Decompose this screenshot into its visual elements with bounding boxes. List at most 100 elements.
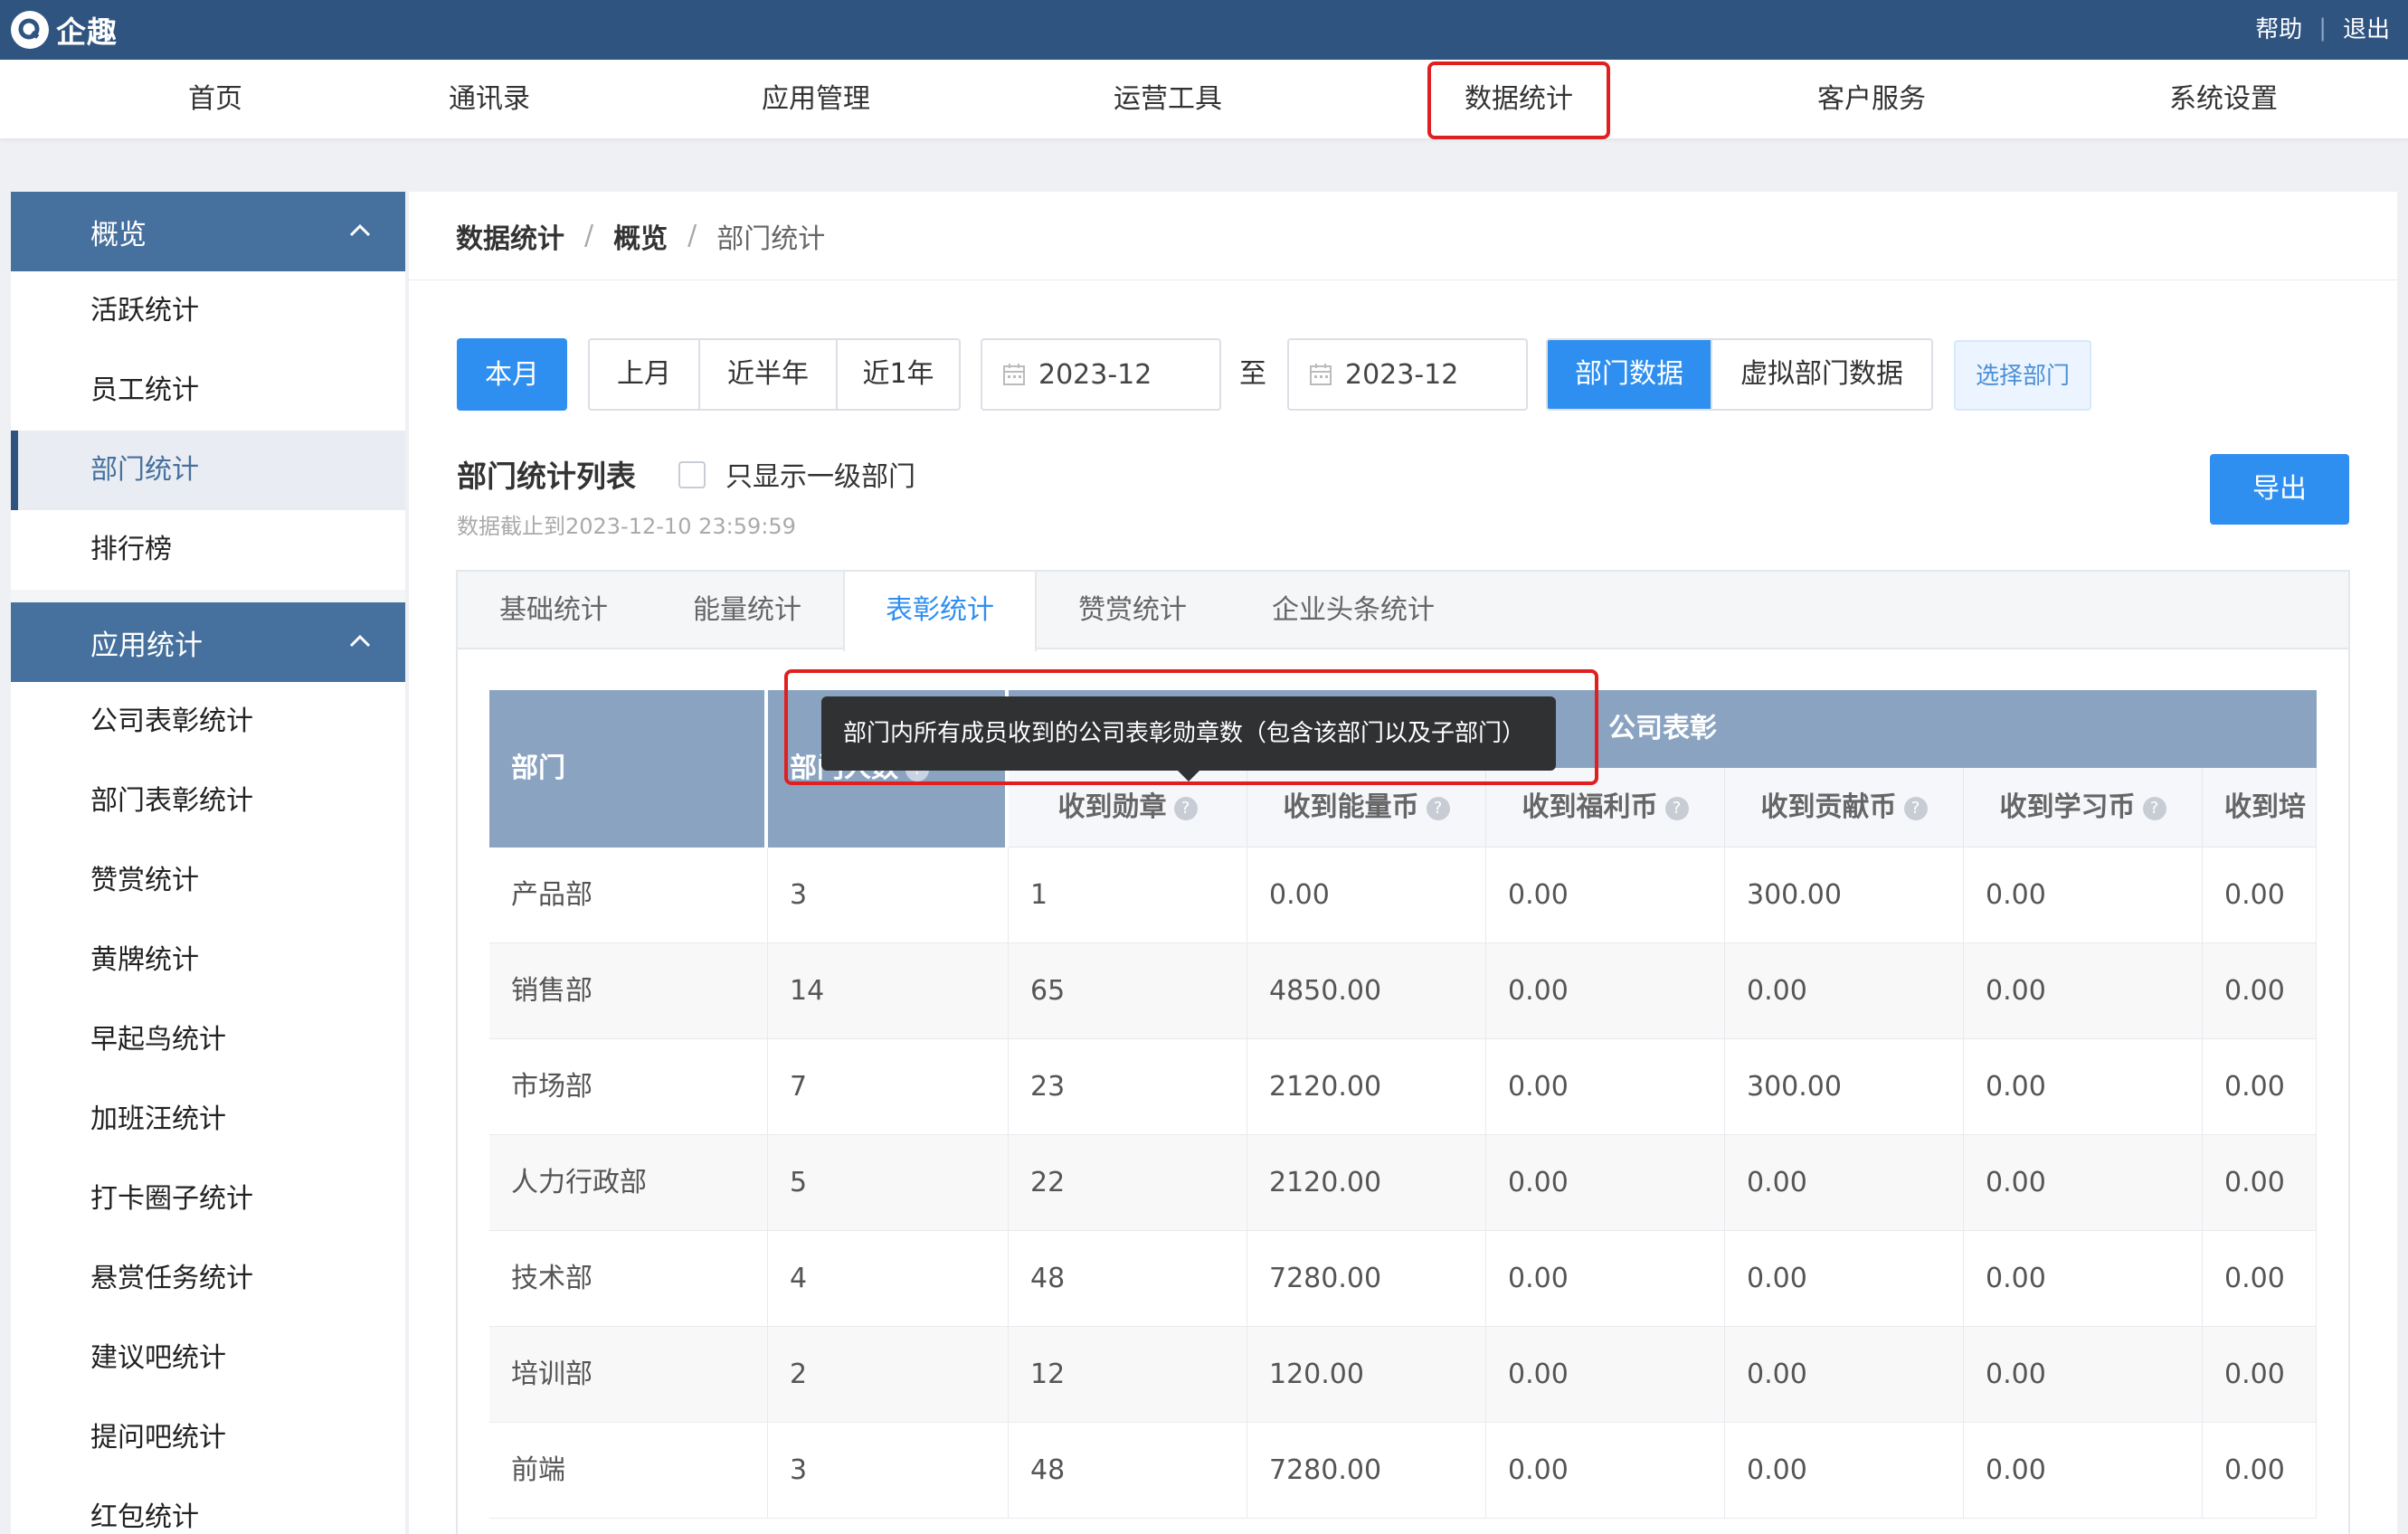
table-cell: 2120.00 xyxy=(1247,1039,1486,1135)
sidebar-item-bounty-task-stats[interactable]: 悬赏任务统计 xyxy=(11,1239,405,1319)
nav-data-statistics[interactable]: 数据统计 xyxy=(1465,60,1573,139)
breadcrumb-current: 部门统计 xyxy=(716,223,826,255)
date-from-value: 2023-12 xyxy=(1038,358,1152,391)
table-cell: 0.00 xyxy=(1725,1327,1964,1423)
date-to-picker[interactable]: 2023-12 xyxy=(1287,338,1528,411)
table-cell: 4850.00 xyxy=(1247,943,1486,1039)
sidebar-item-red-packet-stats[interactable]: 红包统计 xyxy=(11,1478,405,1534)
table-cell: 0.00 xyxy=(1964,847,2203,943)
virtual-department-data-tab[interactable]: 虚拟部门数据 xyxy=(1712,340,1931,409)
table-cell: 4 xyxy=(768,1231,1009,1327)
sidebar-item-overtime-stats[interactable]: 加班汪统计 xyxy=(11,1080,405,1160)
sidebar-group-overview[interactable]: 概览 xyxy=(11,192,405,271)
table-cell: 3 xyxy=(768,847,1009,943)
nav-customer-service[interactable]: 客户服务 xyxy=(1817,60,1926,139)
last-month-button[interactable]: 上月 xyxy=(590,340,700,409)
sidebar-item-employee-stats[interactable]: 员工统计 xyxy=(11,351,405,431)
table-cell: 2120.00 xyxy=(1247,1135,1486,1231)
table-cell: 0.00 xyxy=(2203,1135,2317,1231)
table-cell: 48 xyxy=(1009,1231,1247,1327)
app-name: 企趣 xyxy=(56,14,118,50)
table-cell: 5 xyxy=(768,1135,1009,1231)
table-cell: 7280.00 xyxy=(1247,1423,1486,1519)
app-logo[interactable]: 企趣 xyxy=(11,9,118,51)
sidebar-item-leaderboard[interactable]: 排行榜 xyxy=(11,510,405,590)
table-cell: 0.00 xyxy=(1964,943,2203,1039)
help-icon[interactable]: ? xyxy=(2142,796,2166,820)
last-half-year-button[interactable]: 近半年 xyxy=(700,340,838,409)
tab-energy-stats[interactable]: 能量统计 xyxy=(693,572,801,649)
table-cell: 技术部 xyxy=(489,1231,768,1327)
tab-headline-stats[interactable]: 企业头条统计 xyxy=(1272,572,1435,649)
export-button[interactable]: 导出 xyxy=(2210,454,2349,525)
breadcrumb-overview[interactable]: 概览 xyxy=(613,216,668,256)
tab-award-stats[interactable]: 表彰统计 xyxy=(843,572,1037,651)
help-icon[interactable]: ? xyxy=(1426,796,1450,820)
top-links-separator: | xyxy=(2318,14,2327,42)
table-row: 技术部 4 48 7280.00 0.00 0.00 0.00 0.00 xyxy=(489,1231,2317,1327)
this-month-button[interactable]: 本月 xyxy=(457,338,567,411)
nav-home[interactable]: 首页 xyxy=(188,60,242,139)
table-cell: 0.00 xyxy=(1725,1135,1964,1231)
help-icon[interactable]: ? xyxy=(1664,796,1689,820)
department-data-tab[interactable]: 部门数据 xyxy=(1548,340,1712,409)
sidebar-item-department-stats[interactable]: 部门统计 xyxy=(11,431,405,510)
date-from-picker[interactable]: 2023-12 xyxy=(981,338,1221,411)
tab-appreciation-stats[interactable]: 赞赏统计 xyxy=(1078,572,1187,649)
sidebar-item-yellow-card-stats[interactable]: 黄牌统计 xyxy=(11,921,405,1000)
breadcrumb-separator: / xyxy=(584,220,594,251)
table-cell: 0.00 xyxy=(1964,1423,2203,1519)
table-cell: 0.00 xyxy=(2203,1327,2317,1423)
column-header-department: 部门 xyxy=(489,690,766,847)
sidebar-item-appreciation-stats[interactable]: 赞赏统计 xyxy=(11,841,405,921)
sidebar-item-company-award-stats[interactable]: 公司表彰统计 xyxy=(11,682,405,762)
table-cell: 7280.00 xyxy=(1247,1231,1486,1327)
stats-tabbar: 基础统计 能量统计 表彰统计 赞赏统计 企业头条统计 xyxy=(458,572,2348,651)
column-header-label: 收到勋章 xyxy=(1057,791,1167,823)
help-icon[interactable]: ? xyxy=(1903,796,1928,820)
sidebar-item-active-stats[interactable]: 活跃统计 xyxy=(11,271,405,351)
table-cell: 前端 xyxy=(489,1423,768,1519)
top-level-only-checkbox[interactable] xyxy=(678,461,706,488)
table-cell: 0.00 xyxy=(1486,1039,1725,1135)
table-cell: 0.00 xyxy=(1486,943,1725,1039)
chevron-up-icon xyxy=(349,223,371,237)
sidebar-item-early-bird-stats[interactable]: 早起鸟统计 xyxy=(11,1000,405,1080)
sidebar-item-suggestion-stats[interactable]: 建议吧统计 xyxy=(11,1319,405,1398)
select-department-button[interactable]: 选择部门 xyxy=(1954,340,2091,411)
nav-system-settings[interactable]: 系统设置 xyxy=(2169,60,2278,139)
table-cell: 0.00 xyxy=(2203,1231,2317,1327)
range-button-group: 上月 近半年 近1年 xyxy=(588,338,961,411)
table-cell: 23 xyxy=(1009,1039,1247,1135)
department-stats-table: 部门 部门人数? 公司表彰 收到勋章? 收到能量币? 收到福利币? 收到贡献币?… xyxy=(489,690,2317,1534)
sidebar-item-department-award-stats[interactable]: 部门表彰统计 xyxy=(11,762,405,841)
last-year-button[interactable]: 近1年 xyxy=(838,340,959,409)
help-icon[interactable]: ? xyxy=(1173,796,1198,820)
logout-link[interactable]: 退出 xyxy=(2343,11,2390,44)
nav-operation-tools[interactable]: 运营工具 xyxy=(1114,60,1222,139)
tab-basic-stats[interactable]: 基础统计 xyxy=(499,572,608,649)
sidebar: 概览 活跃统计 员工统计 部门统计 排行榜 应用统计 公司表彰统计 部门表彰统计… xyxy=(11,192,405,1534)
table-cell: 2 xyxy=(768,1327,1009,1423)
nav-app-management[interactable]: 应用管理 xyxy=(762,60,870,139)
nav-contacts[interactable]: 通讯录 xyxy=(449,60,530,139)
column-header-energy-coins: 收到能量币? xyxy=(1247,768,1486,847)
sidebar-item-question-stats[interactable]: 提问吧统计 xyxy=(11,1398,405,1478)
column-header-label: 收到学习币 xyxy=(1999,791,2136,823)
table-row: 市场部 7 23 2120.00 0.00 300.00 0.00 0.00 xyxy=(489,1039,2317,1135)
sidebar-group-label: 概览 xyxy=(90,218,147,251)
table-cell: 0.00 xyxy=(2203,1039,2317,1135)
sidebar-group-app-stats[interactable]: 应用统计 xyxy=(11,602,405,682)
logo-icon xyxy=(11,11,49,49)
column-header-welfare-coins: 收到福利币? xyxy=(1486,768,1725,847)
sidebar-item-checkin-circle-stats[interactable]: 打卡圈子统计 xyxy=(11,1160,405,1239)
table-cell: 0.00 xyxy=(1486,847,1725,943)
breadcrumb-data-statistics[interactable]: 数据统计 xyxy=(456,216,564,256)
table-cell: 12 xyxy=(1009,1327,1247,1423)
table-cell: 0.00 xyxy=(2203,847,2317,943)
table-cell: 0.00 xyxy=(1725,943,1964,1039)
help-link[interactable]: 帮助 xyxy=(2255,11,2302,44)
list-title: 部门统计列表 xyxy=(457,459,636,494)
top-level-only-label[interactable]: 只显示一级部门 xyxy=(725,454,915,494)
calendar-icon xyxy=(1310,364,1332,385)
